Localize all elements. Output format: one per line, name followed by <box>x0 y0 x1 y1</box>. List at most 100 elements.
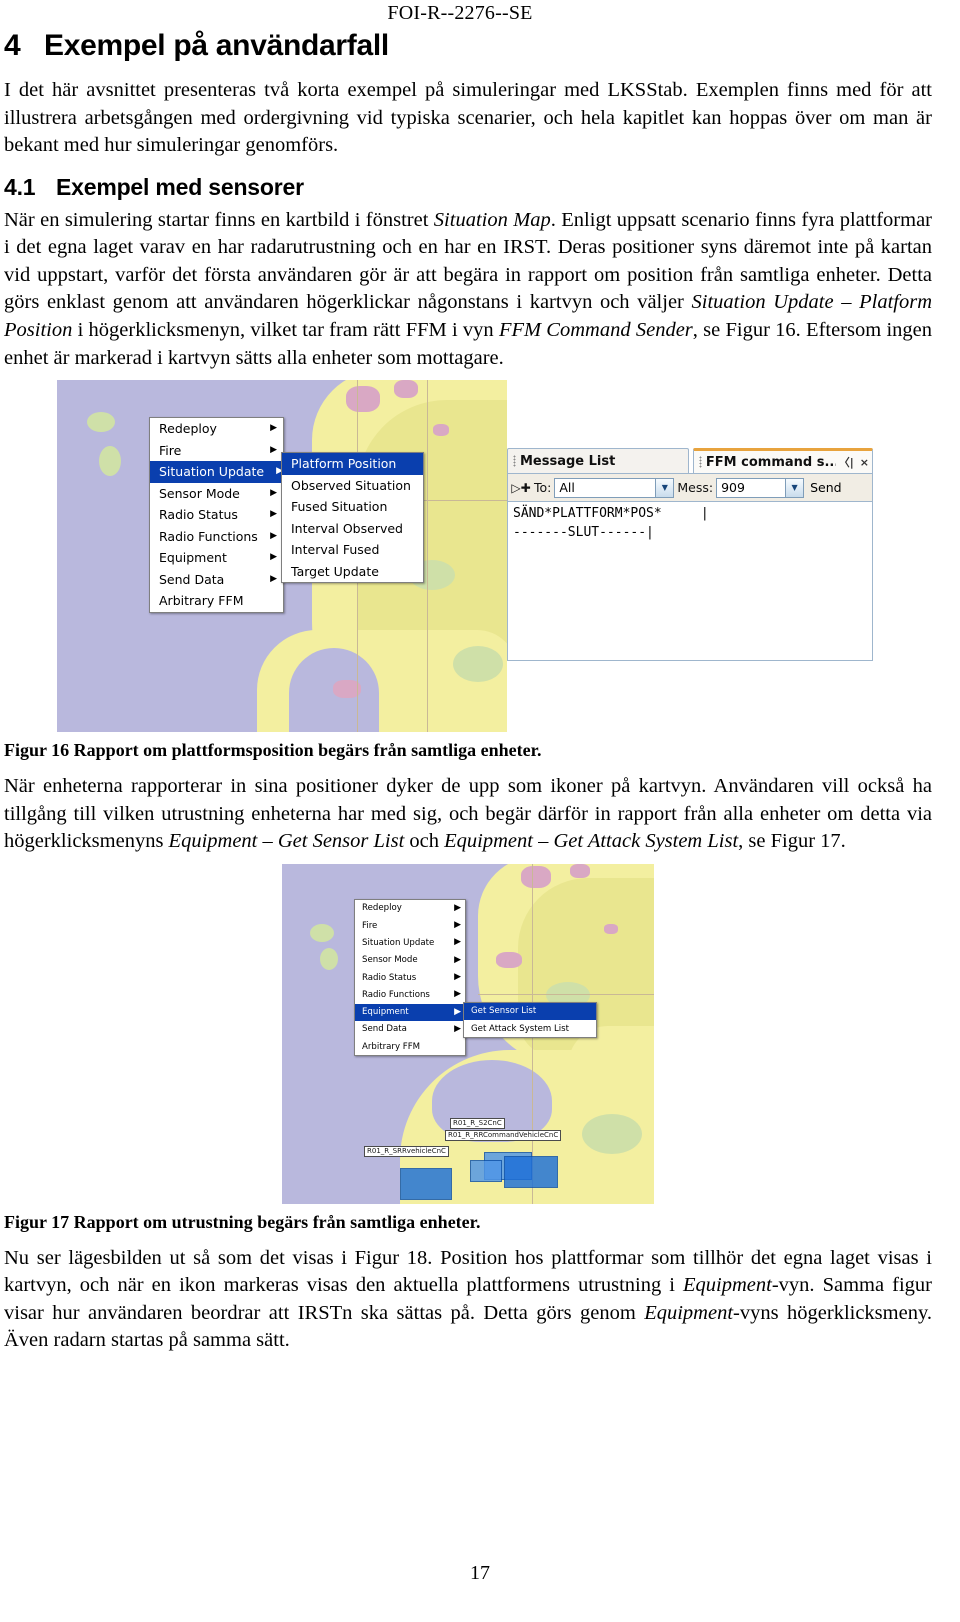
figure-16-screenshot: Redeploy ▶ Fire ▶ Situation Update ▶ Sen… <box>57 380 873 733</box>
menu-item-redeploy[interactable]: Redeploy ▶ <box>150 418 283 440</box>
speaker-icon[interactable]: 〈| <box>839 454 854 470</box>
menu-item-arbitrary-ffm[interactable]: Arbitrary FFM ▶ <box>150 590 283 612</box>
menu-item-equipment[interactable]: Equipment ▶ <box>355 1003 465 1021</box>
recipient-select[interactable]: All ▼ <box>554 477 675 498</box>
unit-icon-3[interactable] <box>400 1167 452 1200</box>
message-number-select[interactable]: 909 ▼ <box>716 477 805 498</box>
panel-toolbar: ▷✚ To: All ▼ Mess: 909 ▼ Send <box>507 473 873 503</box>
submenu-item-get-attack-system-list[interactable]: Get Attack System List <box>464 1020 596 1037</box>
situation-map-canvas[interactable]: Redeploy ▶ Fire ▶ Situation Update ▶ Sen… <box>57 380 507 733</box>
chapter-number: 4 <box>4 29 21 62</box>
p2-italic-get-attack-system-list: Equipment – Get Attack System List <box>444 830 739 853</box>
chevron-right-icon: ▶ <box>454 902 461 913</box>
map-urban-area-2 <box>570 863 590 878</box>
menu-item-label: Redeploy <box>362 903 402 914</box>
figure-17-screenshot[interactable]: Redeploy ▶ Fire ▶ Situation Update ▶ Sen… <box>282 863 654 1204</box>
drag-grip-icon <box>513 455 516 468</box>
move-cursor-icon[interactable]: ▷✚ <box>511 481 531 495</box>
submenu-item-label: Target Update <box>291 563 379 579</box>
to-label: To: <box>534 480 552 496</box>
message-text-area[interactable]: SÄND*PLATTFORM*POS* | -------SLUT------| <box>507 502 873 662</box>
chevron-down-icon[interactable]: ▼ <box>785 478 804 497</box>
figure-16: Redeploy ▶ Fire ▶ Situation Update ▶ Sen… <box>0 380 960 761</box>
chevron-right-icon: ▶ <box>454 954 461 965</box>
map-road-3 <box>427 380 428 733</box>
menu-item-label: Arbitrary FFM <box>362 1041 421 1052</box>
menu-item-label: Radio Status <box>362 972 417 983</box>
chevron-right-icon: ▶ <box>454 989 461 1000</box>
unit-icon-4[interactable] <box>470 1159 502 1182</box>
send-button[interactable]: Send <box>807 480 841 495</box>
menu-item-equipment[interactable]: Equipment ▶ <box>150 547 283 569</box>
menu-item-label: Situation Update <box>159 464 265 480</box>
section-number: 4.1 <box>4 173 36 200</box>
submenu-item-platform-position[interactable]: Platform Position <box>282 453 423 475</box>
mess-label: Mess: <box>677 480 714 496</box>
submenu-item-label: Observed Situation <box>291 477 411 493</box>
submenu-item-label: Interval Observed <box>291 520 403 536</box>
menu-item-arbitrary-ffm[interactable]: Arbitrary FFM ▶ <box>355 1038 465 1055</box>
section-title: Exempel med sensorer <box>56 173 304 200</box>
menu-item-label: Send Data <box>159 571 225 587</box>
intro-paragraph: I det här avsnittet presenteras två kort… <box>4 79 932 157</box>
menu-item-sensor-mode[interactable]: Sensor Mode ▶ <box>150 483 283 505</box>
unit-icon-2[interactable] <box>504 1155 558 1188</box>
submenu-item-get-sensor-list[interactable]: Get Sensor List <box>464 1002 596 1021</box>
close-icon[interactable]: × <box>860 456 869 469</box>
paragraph-1: När en simulering startar finns en kartb… <box>0 207 960 372</box>
map-island-2 <box>320 947 338 970</box>
menu-item-situation-update[interactable]: Situation Update ▶ <box>150 461 283 483</box>
menu-item-situation-update[interactable]: Situation Update ▶ <box>355 934 465 951</box>
p1-part3: i högerklicksmenyn, vilket tar fram rätt… <box>72 318 499 341</box>
submenu-item-fused-situation[interactable]: Fused Situation <box>282 496 423 518</box>
chevron-right-icon: ▶ <box>270 444 277 455</box>
menu-item-redeploy[interactable]: Redeploy ▶ <box>355 900 465 917</box>
message-line-2: -------SLUT------| <box>513 524 654 540</box>
chevron-down-icon[interactable]: ▼ <box>655 478 674 497</box>
submenu-item-observed-situation[interactable]: Observed Situation <box>282 475 423 497</box>
map-island-1 <box>87 412 115 433</box>
tab-message-list[interactable]: Message List <box>507 448 689 474</box>
map-urban-area-3 <box>496 951 522 968</box>
map-island-2 <box>99 446 121 477</box>
situation-update-submenu[interactable]: Platform Position Observed Situation Fus… <box>281 452 424 584</box>
tab-ffm-command-sender[interactable]: FFM command s... 〈| × <box>693 448 873 474</box>
submenu-item-label: Get Sensor List <box>471 1006 537 1017</box>
menu-item-radio-functions[interactable]: Radio Functions ▶ <box>150 526 283 548</box>
chevron-right-icon: ▶ <box>270 487 277 498</box>
chevron-right-icon: ▶ <box>270 423 277 434</box>
message-number-value: 909 <box>721 480 745 496</box>
p1-part1: När en simulering startar finns en kartb… <box>4 208 434 231</box>
menu-item-label: Fire <box>159 442 182 458</box>
submenu-item-interval-fused[interactable]: Interval Fused <box>282 539 423 561</box>
submenu-item-target-update[interactable]: Target Update <box>282 561 423 583</box>
menu-item-send-data[interactable]: Send Data ▶ <box>150 569 283 591</box>
menu-item-send-data[interactable]: Send Data ▶ <box>355 1021 465 1038</box>
chevron-right-icon: ▶ <box>270 552 277 563</box>
paragraph-3: Nu ser lägesbilden ut så som det visas i… <box>0 1245 960 1355</box>
chapter-heading: 4 Exempel på användarfall <box>0 29 960 63</box>
page-content: FOI-R--2276--SE 4 Exempel på användarfall… <box>0 0 960 1363</box>
map-urban-area-1 <box>346 386 380 413</box>
menu-item-sensor-mode[interactable]: Sensor Mode ▶ <box>355 952 465 969</box>
map-context-menu[interactable]: Redeploy ▶ Fire ▶ Situation Update ▶ Sen… <box>149 417 284 613</box>
menu-item-fire[interactable]: Fire ▶ <box>355 917 465 934</box>
paragraph-2: När enheterna rapporterar in sina positi… <box>0 773 960 856</box>
tab-label: Message List <box>520 453 616 469</box>
p1-italic-ffm-command-sender: FFM Command Sender <box>498 318 693 341</box>
p2-part3: , se Figur 17. <box>738 830 846 853</box>
menu-item-radio-status[interactable]: Radio Status ▶ <box>355 969 465 986</box>
chevron-right-icon: ▶ <box>454 920 461 931</box>
ffm-command-sender-panel: Message List FFM command s... 〈| × ▷✚ To… <box>507 448 873 662</box>
map-forest-3 <box>453 646 503 683</box>
submenu-item-interval-observed[interactable]: Interval Observed <box>282 518 423 540</box>
menu-item-label: Redeploy <box>159 421 217 437</box>
submenu-item-label: Platform Position <box>291 456 397 472</box>
menu-item-fire[interactable]: Fire ▶ <box>150 440 283 462</box>
menu-item-radio-status[interactable]: Radio Status ▶ <box>150 504 283 526</box>
map-context-menu[interactable]: Redeploy ▶ Fire ▶ Situation Update ▶ Sen… <box>354 898 466 1057</box>
equipment-submenu[interactable]: Get Sensor List Get Attack System List <box>463 1001 597 1039</box>
submenu-item-label: Interval Fused <box>291 542 380 558</box>
menu-item-radio-functions[interactable]: Radio Functions ▶ <box>355 986 465 1003</box>
chevron-right-icon: ▶ <box>270 530 277 541</box>
